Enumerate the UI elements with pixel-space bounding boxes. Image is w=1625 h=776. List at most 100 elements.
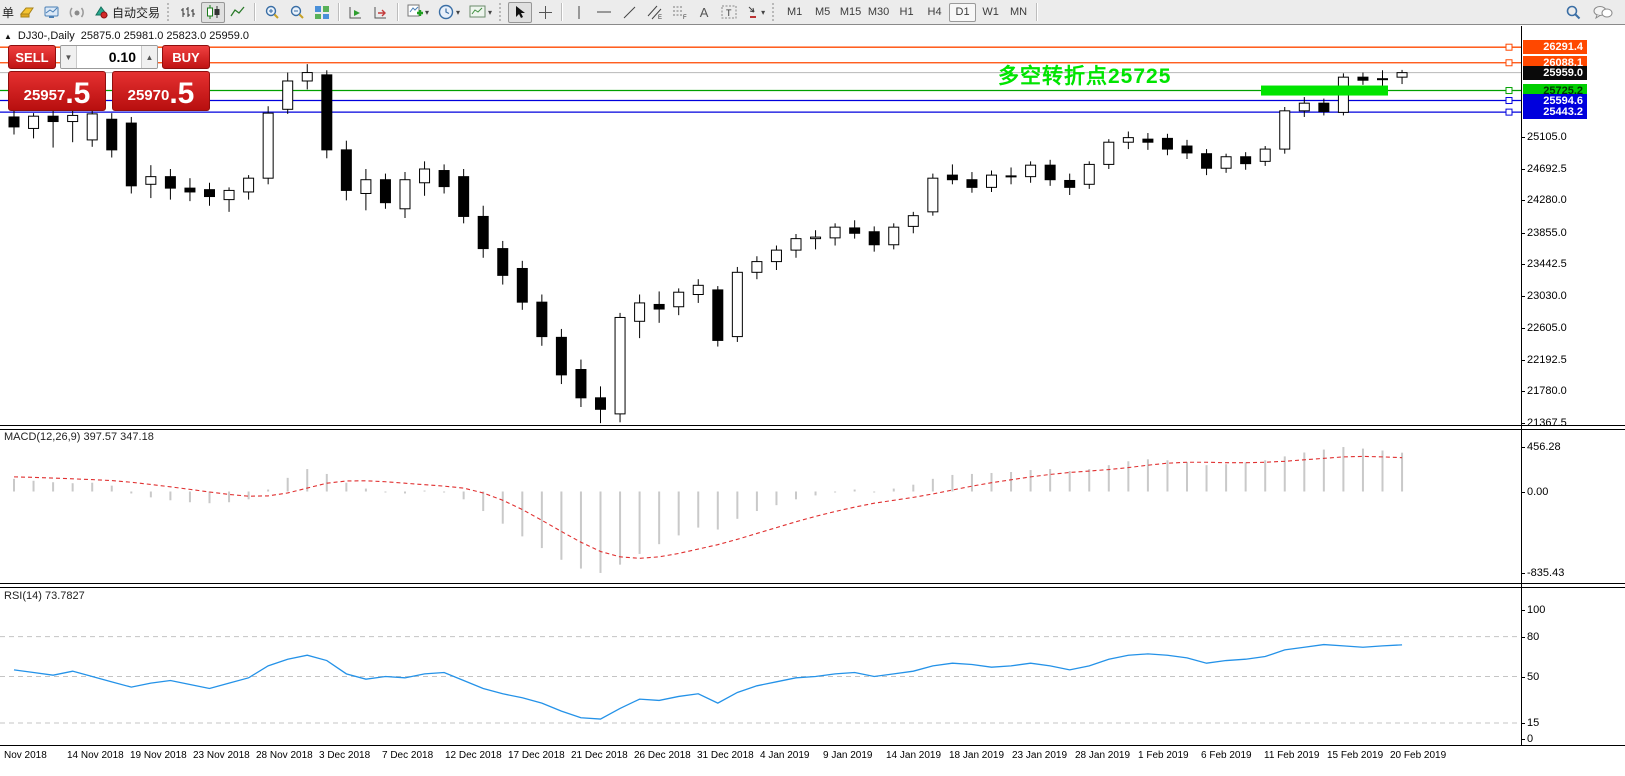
panel-splitter[interactable] [0, 425, 1625, 430]
chat-icon[interactable] [1591, 2, 1615, 23]
line-chart-type-icon[interactable] [226, 2, 250, 23]
candle-up [420, 169, 430, 183]
trend-annotation-text[interactable]: 多空转折点25725 [998, 60, 1171, 90]
candlestick-chart-type-icon[interactable] [201, 2, 225, 23]
macd-histogram-bar [482, 492, 484, 512]
date-tick-label: 12 Dec 2018 [445, 750, 502, 761]
buy-button[interactable]: BUY [162, 45, 210, 69]
sell-button[interactable]: SELL [8, 45, 56, 69]
text-tool-icon[interactable]: A [692, 2, 716, 23]
timeframe-m15[interactable]: M15 [837, 3, 864, 22]
macd-histogram-bar [424, 491, 426, 492]
buy-price-box[interactable]: 25970.5 [112, 71, 210, 111]
candle-up [1378, 79, 1388, 80]
timeframe-w1[interactable]: W1 [977, 3, 1004, 22]
date-tick-label: 23 Nov 2018 [193, 750, 250, 761]
toolbar-grip [772, 3, 778, 21]
toolbar-separator [338, 3, 340, 21]
vertical-line-tool-icon[interactable] [567, 2, 591, 23]
date-tick-label: 6 Feb 2019 [1201, 750, 1252, 761]
candle-down [1202, 154, 1212, 169]
candle-down [498, 249, 508, 276]
level-price-label[interactable]: 25443.2 [1523, 105, 1587, 119]
candle-down [1065, 180, 1075, 187]
line-handle[interactable] [1506, 109, 1512, 115]
gold-bar-icon[interactable] [15, 2, 39, 23]
macd-histogram-bar [1166, 460, 1168, 491]
timeframe-m30[interactable]: M30 [865, 3, 892, 22]
fibonacci-tool-icon[interactable]: F [667, 2, 691, 23]
lot-size-value[interactable]: 0.10 [77, 46, 141, 68]
date-tick-label: 23 Jan 2019 [1012, 750, 1067, 761]
candle-up [1084, 164, 1094, 184]
auto-scroll-icon[interactable] [344, 2, 368, 23]
macd-histogram-bar [1323, 450, 1325, 492]
lot-decrease-button[interactable]: ▼ [61, 46, 77, 68]
panel-splitter[interactable] [0, 583, 1625, 588]
line-handle[interactable] [1506, 88, 1512, 94]
candle-up [361, 180, 371, 194]
toolbar-separator [1036, 3, 1038, 21]
candle-down [1006, 176, 1016, 177]
text-label-tool-icon[interactable]: T [717, 2, 741, 23]
macd-indicator-panel[interactable] [0, 429, 1521, 583]
one-click-trade-panel: SELL ▼ 0.10 ▲ BUY 25957.5 25970.5 [8, 45, 210, 111]
main-price-chart[interactable] [0, 26, 1521, 425]
candle-up [752, 262, 762, 273]
zoom-out-icon[interactable] [285, 2, 309, 23]
crosshair-tool-icon[interactable] [533, 2, 557, 23]
virtual-hosting-icon[interactable] [40, 2, 64, 23]
candle-up [1280, 111, 1290, 149]
new-order-button[interactable]: 单 [2, 4, 14, 21]
timeframe-m1[interactable]: M1 [781, 3, 808, 22]
macd-histogram-bar [1010, 472, 1012, 492]
level-price-label[interactable]: 26291.4 [1523, 40, 1587, 54]
line-handle[interactable] [1506, 98, 1512, 104]
price-tick-label: 24280.0 [1527, 194, 1567, 206]
line-handle[interactable] [1506, 44, 1512, 50]
macd-histogram-bar [1030, 470, 1032, 491]
chart-shift-icon[interactable] [369, 2, 393, 23]
equidistant-channel-tool-icon[interactable]: E [642, 2, 666, 23]
up-arrow-icon: ▲ [146, 53, 154, 62]
signals-icon[interactable] [65, 2, 89, 23]
horizontal-line-tool-icon[interactable] [592, 2, 616, 23]
periods-button[interactable]: ▾ [434, 2, 464, 23]
rsi-indicator-panel[interactable] [0, 587, 1521, 745]
candle-down [1143, 139, 1153, 142]
candle-down [1182, 146, 1192, 153]
macd-histogram-bar [267, 490, 269, 492]
new-chart-button[interactable]: ▾ [403, 2, 433, 23]
lot-increase-button[interactable]: ▲ [141, 46, 157, 68]
timeframe-h1[interactable]: H1 [893, 3, 920, 22]
cursor-tool-icon[interactable] [508, 2, 532, 23]
timeframe-d1[interactable]: D1 [949, 3, 976, 22]
macd-histogram-bar [951, 475, 953, 492]
candle-down [459, 177, 469, 217]
timeframe-h4[interactable]: H4 [921, 3, 948, 22]
chart-title: ▲ DJ30-,Daily 25875.0 25981.0 25823.0 25… [4, 30, 249, 42]
macd-histogram-bar [619, 492, 621, 565]
templates-button[interactable]: ▾ [465, 2, 496, 23]
timeframe-mn[interactable]: MN [1005, 3, 1032, 22]
zoom-in-icon[interactable] [260, 2, 284, 23]
trendline-tool-icon[interactable] [617, 2, 641, 23]
highlight-trend-segment[interactable] [1261, 86, 1388, 96]
candle-down [380, 180, 390, 203]
bar-chart-type-icon[interactable] [176, 2, 200, 23]
macd-histogram-bar [541, 492, 543, 549]
candle-down [1358, 77, 1368, 80]
search-icon[interactable] [1561, 2, 1585, 23]
toolbar-separator [397, 3, 399, 21]
autotrade-button[interactable]: 自动交易 [90, 2, 164, 23]
line-handle[interactable] [1506, 60, 1512, 66]
sell-price-box[interactable]: 25957.5 [8, 71, 106, 111]
time-axis[interactable]: Nov 201814 Nov 201819 Nov 201823 Nov 201… [0, 745, 1625, 764]
candle-up [771, 250, 781, 261]
arrows-tool-button[interactable]: ▾ [742, 2, 769, 23]
buy-price-main: 25970 [128, 87, 170, 104]
candle-up [889, 227, 899, 245]
tile-windows-icon[interactable] [310, 2, 334, 23]
toolbar-grip [167, 3, 173, 21]
timeframe-m5[interactable]: M5 [809, 3, 836, 22]
